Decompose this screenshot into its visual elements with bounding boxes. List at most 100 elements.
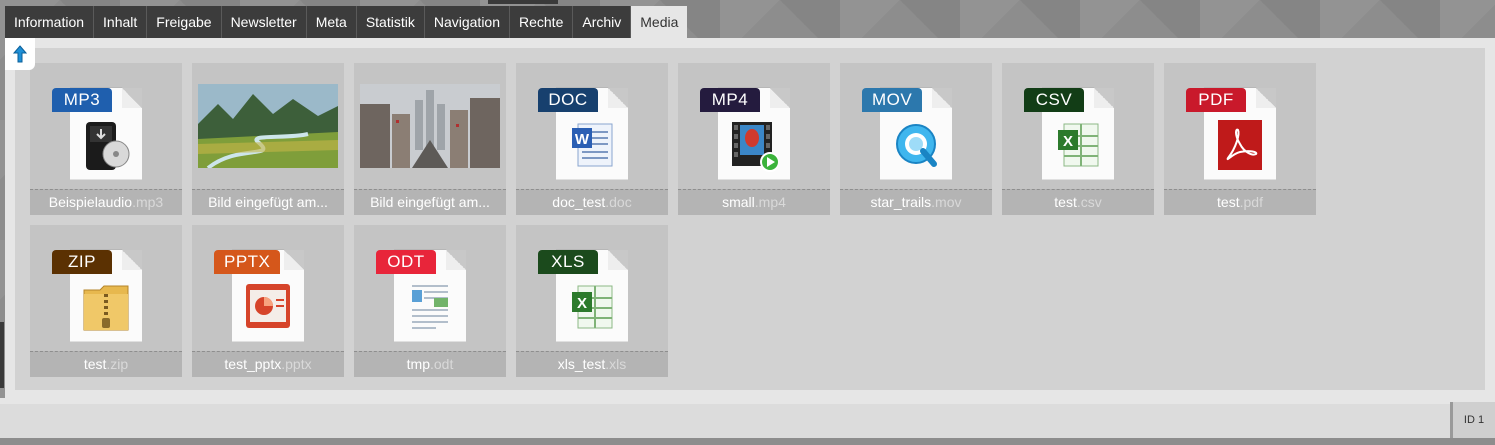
svg-text:X: X [577, 295, 587, 312]
page-fold [608, 249, 628, 270]
file-name: test [83, 356, 107, 372]
left-collapse-handle[interactable] [0, 322, 4, 388]
file-thumbnail: PDF [1164, 63, 1316, 188]
tab-bar: Information Inhalt Freigabe Newsletter Meta S… [5, 6, 688, 38]
landscape-photo-thumbnail [198, 83, 338, 168]
video-icon [732, 121, 778, 172]
tab-navigation[interactable]: Navigation [424, 6, 510, 38]
media-file-tile[interactable]: MOV star_trails.mov [840, 63, 992, 215]
file-type-badge: MP4 [700, 87, 760, 112]
file-type-icon: MP3 [52, 87, 142, 180]
pdf-icon [1218, 119, 1262, 170]
file-type-icon: W DOC [538, 87, 628, 180]
excel-icon: X [1058, 123, 1099, 166]
tab-media[interactable]: Media [631, 6, 688, 38]
media-file-tile[interactable]: PPTX test_pptx.pptx [192, 225, 344, 377]
page-fold [1256, 87, 1276, 108]
media-file-tile[interactable]: ODT tmp.odt [354, 225, 506, 377]
file-type-icon: PPTX [214, 249, 304, 342]
file-type-badge: XLS [538, 249, 598, 274]
page-fold [1094, 87, 1114, 108]
file-name: xls_test [557, 356, 606, 372]
file-type-badge: MOV [862, 87, 923, 112]
file-name: star_trails [870, 194, 932, 210]
file-name-caption: test_pptx.pptx [192, 351, 344, 377]
file-name: Bild eingefügt am... [370, 194, 490, 210]
file-name: small [722, 194, 755, 210]
file-type-icon: MP4 [700, 87, 790, 180]
file-type-icon: X CSV [1024, 87, 1114, 180]
file-name: tmp [406, 356, 430, 372]
file-thumbnail: MP4 [678, 63, 830, 188]
arrow-up-icon [13, 45, 27, 63]
file-type-icon: X XLS [538, 249, 628, 342]
powerpoint-icon [246, 283, 290, 328]
tab-meta[interactable]: Meta [306, 6, 357, 38]
media-file-tile[interactable]: W DOC doc_test.doc [516, 63, 668, 215]
file-name-caption: Beispielaudio.mp3 [30, 189, 182, 215]
file-type-badge: PPTX [214, 249, 281, 274]
file-name-caption: xls_test.xls [516, 351, 668, 377]
file-thumbnail: PPTX [192, 225, 344, 350]
tab-newsletter[interactable]: Newsletter [221, 6, 307, 38]
page-fold [770, 87, 790, 108]
file-thumbnail: MOV [840, 63, 992, 188]
file-extension: .mp3 [132, 194, 164, 210]
file-thumbnail [354, 63, 506, 188]
file-name: Bild eingefügt am... [208, 194, 328, 210]
file-thumbnail: ODT [354, 225, 506, 350]
media-file-tile[interactable]: ZIP test.zip [30, 225, 182, 377]
audio-player-icon [86, 121, 130, 170]
tab-freigabe[interactable]: Freigabe [147, 6, 222, 38]
media-file-tile[interactable]: X XLS xls_test.xls [516, 225, 668, 377]
file-name-caption: Bild eingefügt am... [192, 189, 344, 215]
page-fold [446, 249, 466, 270]
page-fold [122, 249, 142, 270]
page-fold [122, 87, 142, 108]
file-type-badge: ODT [376, 249, 436, 274]
file-extension: .pdf [1239, 194, 1263, 210]
tab-inhalt[interactable]: Inhalt [94, 6, 148, 38]
file-extension: .odt [429, 356, 454, 372]
status-bar [0, 398, 1495, 438]
svg-text:W: W [575, 131, 590, 148]
media-grid: MP3 Beispielaudio.mp3 Bild eingefügt am...… [15, 48, 1485, 390]
file-thumbnail: ZIP [30, 225, 182, 350]
page-fold [932, 87, 952, 108]
file-type-icon: ODT [376, 249, 466, 342]
file-extension: .zip [106, 356, 129, 372]
file-extension: .mp4 [754, 194, 786, 210]
zip-folder-icon [83, 285, 129, 330]
tab-statistik[interactable]: Statistik [356, 6, 425, 38]
file-name-caption: star_trails.mov [840, 189, 992, 215]
tab-archiv[interactable]: Archiv [573, 6, 632, 38]
tab-information[interactable]: Information [5, 6, 95, 38]
file-name-caption: test.zip [30, 351, 182, 377]
media-file-tile[interactable]: Bild eingefügt am... [354, 63, 506, 215]
file-type-icon: ZIP [52, 249, 142, 342]
city-photo-thumbnail [360, 83, 500, 168]
file-name-caption: small.mp4 [678, 189, 830, 215]
back-button[interactable] [5, 38, 35, 70]
file-thumbnail: X CSV [1002, 63, 1154, 188]
media-panel: MP3 Beispielaudio.mp3 Bild eingefügt am...… [5, 38, 1495, 398]
tab-rechte[interactable]: Rechte [510, 6, 574, 38]
media-file-tile[interactable]: Bild eingefügt am... [192, 63, 344, 215]
excel-icon: X [572, 285, 613, 328]
media-file-tile[interactable]: MP4 small.mp4 [678, 63, 830, 215]
file-extension: .pptx [281, 356, 312, 372]
id-badge: ID 1 [1450, 402, 1495, 438]
top-resize-handle[interactable] [488, 0, 558, 4]
file-thumbnail: W DOC [516, 63, 668, 188]
file-name: Beispielaudio [48, 194, 133, 210]
file-type-icon: MOV [862, 87, 952, 180]
file-type-badge: PDF [1186, 87, 1246, 112]
file-thumbnail: X XLS [516, 225, 668, 350]
file-name: test_pptx [224, 356, 282, 372]
media-file-tile[interactable]: PDF test.pdf [1164, 63, 1316, 215]
file-extension: .xls [605, 356, 627, 372]
page-fold [284, 249, 304, 270]
media-file-tile[interactable]: X CSV test.csv [1002, 63, 1154, 215]
file-name: doc_test [552, 194, 606, 210]
media-file-tile[interactable]: MP3 Beispielaudio.mp3 [30, 63, 182, 215]
